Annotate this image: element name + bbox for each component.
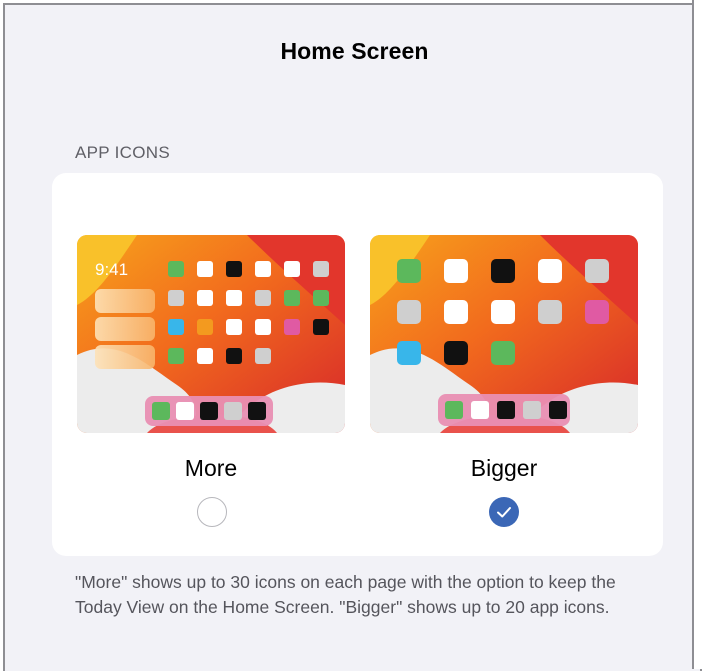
bigger-layout-preview[interactable] bbox=[370, 235, 638, 433]
footnote-text: "More" shows up to 30 icons on each page… bbox=[75, 572, 616, 617]
preview-clock: 9:41 bbox=[95, 260, 128, 279]
window-edge bbox=[692, 0, 709, 669]
section-header-app-icons: APP ICONS bbox=[75, 143, 170, 162]
more-radio-button[interactable] bbox=[197, 497, 227, 527]
more-layout-preview[interactable]: 9:41 bbox=[77, 235, 345, 433]
option-label-bigger[interactable]: Bigger bbox=[370, 455, 638, 482]
option-label-more[interactable]: More bbox=[77, 455, 345, 482]
checkmark-icon bbox=[497, 507, 511, 518]
bigger-radio-button[interactable] bbox=[489, 497, 519, 527]
app-icons-card: 9:41 More Bigger bbox=[52, 173, 663, 556]
page-title: Home Screen bbox=[280, 38, 429, 64]
